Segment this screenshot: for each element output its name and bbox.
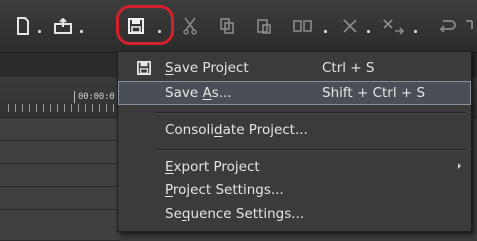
save-project-menu: Save Project Ctrl + S Save As... Shift +… — [117, 51, 472, 232]
timeline-track[interactable] — [0, 164, 120, 187]
open-project-button[interactable] — [52, 12, 74, 40]
menu-separator — [155, 149, 465, 151]
menu-item-export-project[interactable]: Export Project — [118, 155, 471, 179]
paste-button[interactable] — [254, 12, 274, 40]
menu-separator — [155, 112, 465, 114]
cut-icon — [183, 17, 197, 35]
paste-icon — [257, 19, 271, 34]
timeline-track[interactable] — [0, 118, 120, 141]
menu-item-sequence-settings[interactable]: Sequence Settings... — [118, 202, 471, 226]
menu-item-save-project[interactable]: Save Project Ctrl + S — [118, 56, 471, 80]
cut-button[interactable] — [180, 12, 200, 40]
delete-dropdown[interactable] — [367, 30, 372, 33]
menu-item-label: Project Settings... — [165, 182, 284, 198]
save-highlight-ring — [116, 5, 174, 45]
menu-item-label: Consolidate Project... — [165, 122, 308, 138]
menu-item-label: Export Project — [165, 159, 260, 175]
ripple-delete-icon — [383, 19, 405, 35]
undo-icon — [439, 20, 456, 33]
delete-button[interactable] — [340, 12, 360, 40]
redo-icon — [466, 20, 473, 29]
menu-item-consolidate-project[interactable]: Consolidate Project... — [118, 118, 471, 142]
menu-item-shortcut: Shift + Ctrl + S — [322, 85, 426, 101]
menu-item-shortcut: Ctrl + S — [322, 60, 375, 76]
undo-button[interactable] — [436, 12, 458, 40]
menu-item-project-settings[interactable]: Project Settings... — [118, 178, 471, 202]
redo-button[interactable] — [466, 12, 476, 40]
paste-insert-button[interactable] — [292, 12, 314, 40]
menu-item-label: Sequence Settings... — [165, 206, 305, 222]
toolbar — [0, 0, 477, 53]
menu-item-label: Save Project — [165, 60, 249, 76]
save-icon — [137, 61, 151, 75]
ruler-ticks — [8, 104, 118, 112]
new-project-icon — [17, 17, 29, 35]
delete-icon — [343, 19, 357, 33]
open-project-icon — [54, 18, 72, 34]
ripple-delete-dropdown[interactable] — [414, 30, 419, 33]
timeline-track[interactable] — [0, 141, 120, 164]
timeline-track[interactable] — [0, 187, 120, 210]
submenu-arrow-icon — [458, 163, 461, 169]
ruler-timecode: 00:00:0 — [74, 91, 115, 103]
open-project-dropdown[interactable] — [80, 30, 85, 33]
new-project-dropdown[interactable] — [38, 30, 43, 33]
menu-item-label: Save As... — [165, 85, 232, 101]
paste-dropdown[interactable] — [324, 30, 329, 33]
timeline-track[interactable] — [0, 210, 120, 241]
paste-insert-icon — [293, 20, 312, 32]
ripple-delete-button[interactable] — [380, 12, 406, 40]
copy-icon — [220, 18, 234, 34]
menu-item-save-as[interactable]: Save As... Shift + Ctrl + S — [118, 81, 471, 105]
copy-button[interactable] — [217, 12, 237, 40]
new-project-button[interactable] — [14, 12, 32, 40]
